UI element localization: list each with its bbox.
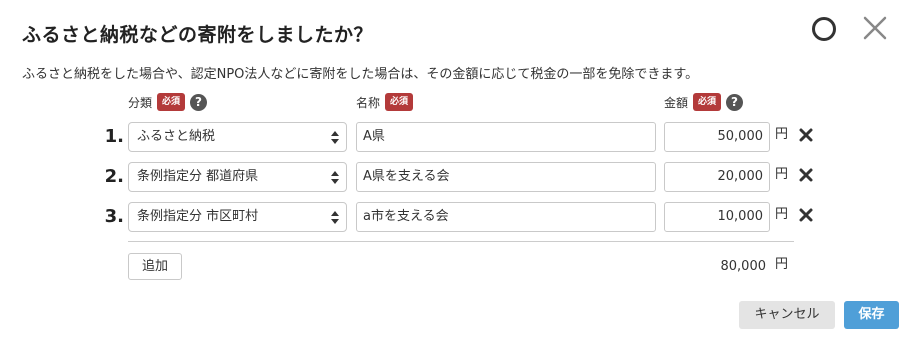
remove-row-button[interactable] <box>798 207 814 223</box>
remove-x-icon <box>799 168 813 182</box>
dialog-description: ふるさと納税をした場合や、認定NPO法人などに寄附をした場合は、その金額に応じて… <box>22 67 699 82</box>
select-arrows-icon <box>331 131 339 144</box>
total-yen-unit: 円 <box>775 257 789 272</box>
dialog-title: ふるさと納税などの寄附をしましたか？ <box>22 24 374 46</box>
header-name-label: 名称 <box>356 95 381 110</box>
remove-x-icon <box>799 128 813 142</box>
header-amount: 金額 必須 ? <box>664 93 744 111</box>
required-badge: 必須 <box>693 93 722 111</box>
required-badge: 必須 <box>157 93 186 111</box>
category-select[interactable]: 条例指定分 都道府県 <box>128 162 347 192</box>
cancel-button[interactable]: キャンセル <box>739 301 835 329</box>
remove-row-button[interactable] <box>798 127 814 143</box>
select-arrows-icon <box>331 211 339 224</box>
row-number: 1. <box>104 126 124 147</box>
yen-unit: 円 <box>775 127 789 142</box>
yen-unit: 円 <box>775 167 789 182</box>
help-icon[interactable]: ? <box>190 93 208 111</box>
amount-input[interactable]: 50,000 <box>664 122 770 152</box>
required-badge: 必須 <box>385 93 414 111</box>
save-button[interactable]: 保存 <box>844 301 899 329</box>
donation-row: 1. ふるさと納税 A県 50,000 円 <box>0 122 922 152</box>
circle-icon <box>812 17 836 41</box>
donation-row: 3. 条例指定分 市区町村 a市を支える会 10,000 円 <box>0 202 922 232</box>
close-button[interactable] <box>860 13 890 43</box>
add-row-button[interactable]: 追加 <box>128 253 182 280</box>
category-select[interactable]: ふるさと納税 <box>128 122 347 152</box>
category-select-value: ふるさと納税 <box>137 129 216 144</box>
header-category: 分類 必須 ? <box>128 93 208 111</box>
donation-row: 2. 条例指定分 都道府県 A県を支える会 20,000 円 <box>0 162 922 192</box>
category-select[interactable]: 条例指定分 市区町村 <box>128 202 347 232</box>
category-select-value: 条例指定分 市区町村 <box>137 209 259 224</box>
name-input[interactable]: A県 <box>356 122 656 152</box>
remove-row-button[interactable] <box>798 167 814 183</box>
total-amount: 80,000 <box>720 259 767 274</box>
help-icon[interactable]: ? <box>726 93 744 111</box>
header-name: 名称 必須 <box>356 93 414 111</box>
row-number: 3. <box>104 206 124 227</box>
header-category-label: 分類 <box>128 95 153 110</box>
header-amount-label: 金額 <box>664 95 689 110</box>
select-arrows-icon <box>331 171 339 184</box>
yen-unit: 円 <box>775 207 789 222</box>
row-number: 2. <box>104 166 124 187</box>
donation-dialog: ふるさと納税などの寄附をしましたか？ ふるさと納税をした場合や、認定NPO法人な… <box>0 0 922 347</box>
amount-input[interactable]: 10,000 <box>664 202 770 232</box>
name-input[interactable]: a市を支える会 <box>356 202 656 232</box>
remove-x-icon <box>799 208 813 222</box>
divider <box>128 241 794 242</box>
category-select-value: 条例指定分 都道府県 <box>137 169 259 184</box>
close-icon <box>863 16 887 40</box>
amount-input[interactable]: 20,000 <box>664 162 770 192</box>
name-input[interactable]: A県を支える会 <box>356 162 656 192</box>
